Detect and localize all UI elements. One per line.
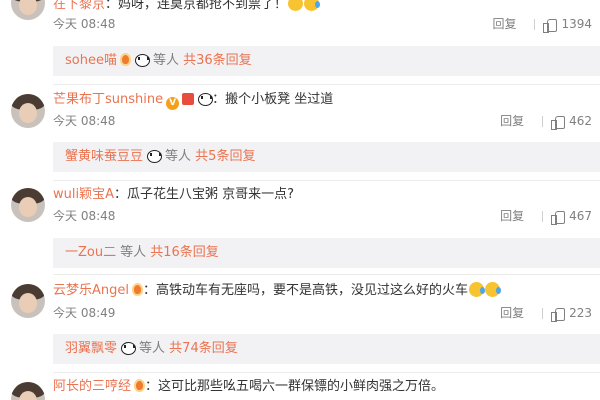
comment-time: 今天 08:48: [53, 209, 116, 223]
like-count: 223: [569, 306, 592, 320]
divider: [53, 84, 600, 85]
divider: [542, 210, 544, 222]
reply-button[interactable]: 回复: [500, 208, 524, 224]
comment-text-line: 云梦乐Angel ：高铁动车有无座吗，要不是高铁，没见过这么好的火车: [53, 282, 502, 300]
flame-badge-icon: [132, 283, 143, 296]
avatar[interactable]: [11, 94, 45, 128]
divider: [53, 372, 600, 373]
flame-badge-icon: [119, 53, 131, 66]
reply-count-link[interactable]: 共36条回复: [183, 53, 252, 68]
username-link[interactable]: 云梦乐Angel: [53, 283, 129, 298]
reply-button[interactable]: 回复: [492, 16, 516, 32]
comment-text-line: 在下黎京：妈呀，连莫京都抢不到票了！: [53, 0, 321, 14]
panda-icon: [120, 341, 137, 355]
flame-badge-icon: [134, 379, 146, 392]
others-label: 等人: [120, 245, 147, 260]
others-label: 等人: [165, 149, 192, 164]
username-link[interactable]: wuli颖宝A: [53, 187, 114, 202]
reply-count-link[interactable]: 共16条回复: [150, 245, 219, 260]
like-count: 467: [569, 209, 592, 223]
username-link[interactable]: 芒果布丁sunshine: [53, 92, 163, 107]
divider: [534, 18, 536, 30]
panda-icon: [146, 149, 163, 163]
reply-button[interactable]: 回复: [500, 305, 524, 321]
laugh-cry-emoji-icon: [485, 282, 502, 297]
comment-text-line: 阿长的三哼经 ：这可比那些吆五喝六一群保镖的小鲜肉强之万倍。: [53, 379, 445, 394]
avatar[interactable]: [11, 0, 45, 20]
vip-badge-icon: V: [166, 97, 180, 110]
reply-user-link[interactable]: 蟹黄味蚕豆豆: [65, 149, 143, 164]
comment-actions: 回复 223: [500, 305, 592, 322]
replies-summary[interactable]: 羽翼飘零 等人 共74条回复: [53, 334, 600, 364]
comment-time: 今天 08:49: [53, 306, 116, 320]
comment-time: 今天 08:48: [53, 17, 116, 31]
comment-text: 高铁动车有无座吗，要不是高铁，没见过这么好的火车: [156, 283, 469, 298]
comment-text-line: wuli颖宝A：瓜子花生八宝粥 京哥来一点?: [53, 187, 295, 202]
comment-actions: 回复 467: [500, 208, 592, 225]
thumbs-up-icon[interactable]: [551, 210, 566, 225]
divider: [53, 274, 600, 275]
panda-icon: [134, 53, 150, 67]
comment-text: 这可比那些吆五喝六一群保镖的小鲜肉强之万倍。: [158, 379, 445, 394]
comment-actions: 回复 1394: [492, 16, 592, 33]
grimace-emoji-icon: [288, 0, 304, 11]
thumbs-up-icon[interactable]: [551, 307, 566, 322]
replies-summary[interactable]: 一Zou二 等人 共16条回复: [53, 238, 600, 268]
comment-time: 今天 08:48: [53, 114, 116, 128]
replies-summary[interactable]: sohee喵 等人 共36条回复: [53, 46, 600, 76]
divider: [542, 307, 544, 319]
avatar[interactable]: [11, 284, 45, 318]
comment-text: 妈呀，连莫京都抢不到票了！: [118, 0, 288, 12]
reply-count-link[interactable]: 共5条回复: [195, 149, 255, 164]
comment-text-line: 芒果布丁sunshine V ：搬个小板凳 坐过道: [53, 92, 334, 110]
reply-user-link[interactable]: 一Zou二: [65, 245, 116, 260]
like-count: 462: [569, 114, 592, 128]
panda-icon: [197, 92, 214, 106]
others-label: 等人: [152, 53, 179, 68]
reply-count-link[interactable]: 共74条回复: [169, 341, 238, 356]
reply-user-link[interactable]: 羽翼飘零: [65, 341, 117, 356]
medal-badge-icon: [182, 93, 195, 105]
laugh-cry-emoji-icon: [304, 0, 321, 11]
thumbs-up-icon[interactable]: [551, 115, 566, 130]
others-label: 等人: [139, 341, 166, 356]
replies-summary[interactable]: 蟹黄味蚕豆豆 等人 共5条回复: [53, 142, 600, 172]
like-count: 1394: [561, 17, 592, 31]
divider: [542, 115, 544, 127]
reply-user-link[interactable]: sohee喵: [65, 53, 117, 68]
divider: [53, 180, 600, 181]
comment-text: 瓜子花生八宝粥 京哥来一点?: [127, 187, 295, 202]
reply-button[interactable]: 回复: [500, 113, 524, 129]
laugh-cry-emoji-icon: [469, 282, 486, 297]
username-link[interactable]: 在下黎京: [53, 0, 105, 12]
avatar[interactable]: [11, 382, 45, 400]
username-link[interactable]: 阿长的三哼经: [53, 379, 131, 394]
comment-text: 搬个小板凳 坐过道: [225, 92, 334, 107]
thumbs-up-icon[interactable]: [543, 18, 558, 33]
avatar[interactable]: [11, 188, 45, 222]
comment-actions: 回复 462: [500, 113, 592, 130]
